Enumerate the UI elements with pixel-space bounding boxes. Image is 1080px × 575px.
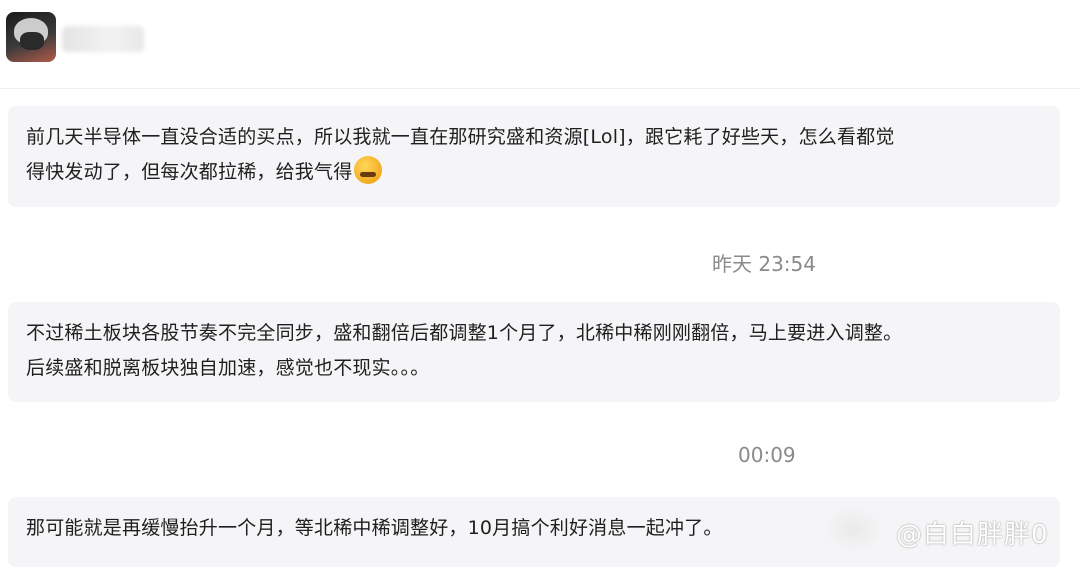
blurred-username bbox=[62, 26, 144, 52]
message-line-with-emoji: 得快发动了，但每次都拉稀，给我气得 bbox=[26, 155, 1042, 190]
message-bubble: 前几天半导体一直没合适的买点，所以我就一直在那研究盛和资源[Lol]，跟它耗了好… bbox=[8, 106, 1060, 207]
message-line: 后续盛和脱离板块独自加速，感觉也不现实。。。 bbox=[26, 357, 430, 379]
message-line: 得快发动了，但每次都拉稀，给我气得 bbox=[26, 161, 353, 183]
chat-header bbox=[0, 0, 1080, 89]
message-timestamp: 昨天 23:54 bbox=[712, 252, 816, 276]
emoji-angry-face-icon bbox=[354, 156, 383, 184]
message-line: 前几天半导体一直没合适的买点，所以我就一直在那研究盛和资源[Lol]，跟它耗了好… bbox=[26, 126, 895, 148]
avatar-image-shape-dark bbox=[20, 32, 44, 50]
message-bubble: 不过稀土板块各股节奏不完全同步，盛和翻倍后都调整1个月了，北稀中稀刚刚翻倍，马上… bbox=[8, 302, 1060, 402]
watermark-text: @白白胖胖0 bbox=[896, 520, 1049, 550]
watermark-blur-patch bbox=[826, 508, 880, 550]
message-line: 不过稀土板块各股节奏不完全同步，盛和翻倍后都调整1个月了，北稀中稀刚刚翻倍，马上… bbox=[26, 322, 903, 344]
message-line: 那可能就是再缓慢抬升一个月，等北稀中稀调整好，10月搞个利好消息一起冲了。 bbox=[26, 517, 723, 539]
avatar[interactable] bbox=[6, 12, 56, 62]
message-timestamp: 00:09 bbox=[738, 443, 796, 467]
